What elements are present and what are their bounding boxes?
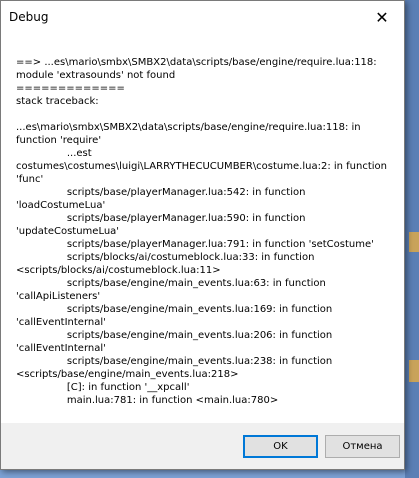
error-message: ==> ...es\mario\smbx\SMBX2\data\scripts/… [16, 57, 388, 406]
background-block [409, 232, 419, 252]
close-icon: ✕ [375, 7, 389, 27]
background-block [409, 360, 419, 382]
debug-dialog: Debug ✕ ==> ...es\mario\smbx\SMBX2\data\… [0, 0, 405, 470]
close-button[interactable]: ✕ [360, 1, 404, 33]
message-area: ==> ...es\mario\smbx\SMBX2\data\scripts/… [1, 33, 404, 423]
background-scene-bottom [0, 470, 405, 478]
button-bar: OK Отмена [1, 423, 404, 469]
title-bar[interactable]: Debug ✕ [1, 1, 404, 33]
cancel-button[interactable]: Отмена [325, 435, 400, 458]
dialog-title: Debug [9, 10, 49, 24]
ok-button[interactable]: OK [243, 435, 318, 458]
